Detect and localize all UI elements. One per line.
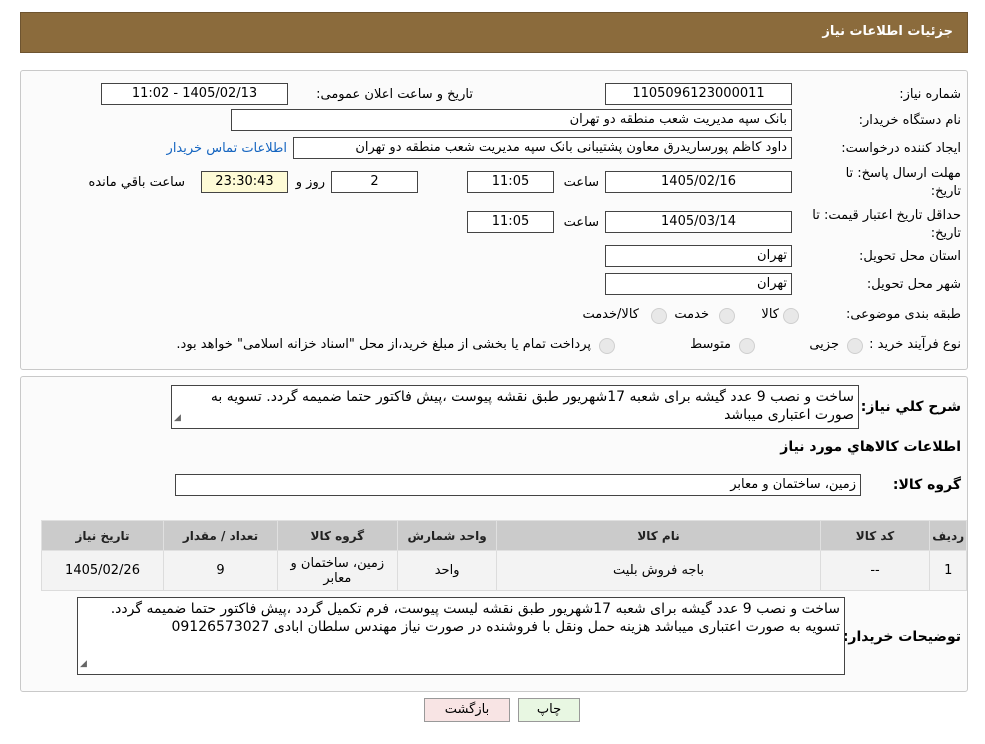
col-unit: واحد شمارش bbox=[396, 520, 498, 551]
announce-label: تاریخ و ساعت اعلان عمومی: bbox=[316, 87, 473, 102]
validity-date-field: 1405/03/14 bbox=[605, 211, 792, 233]
buyer-notes-label: توضیحات خریدار: bbox=[842, 629, 961, 645]
remaining-label: ساعت باقي مانده bbox=[88, 175, 185, 190]
creator-label: ایجاد کننده درخواست: bbox=[841, 141, 961, 156]
col-row: ردیف bbox=[929, 520, 967, 551]
page-header: جزئیات اطلاعات نیاز bbox=[20, 12, 968, 53]
province-label: استان محل تحویل: bbox=[859, 249, 961, 264]
cell-code: -- bbox=[819, 550, 931, 591]
cell-name: باجه فروش بلیت bbox=[496, 550, 821, 591]
cell-unit: واحد bbox=[396, 550, 498, 591]
col-qty: تعداد / مقدار bbox=[163, 520, 278, 551]
desc-text: ساخت و نصب 9 عدد گیشه برای شعبه 17شهریور… bbox=[210, 389, 854, 423]
back-button[interactable]: بازگشت bbox=[424, 698, 510, 722]
announce-field: 1405/02/13 - 11:02 bbox=[101, 83, 288, 105]
goods-section-title: اطلاعات کالاهاي مورد نياز bbox=[780, 439, 961, 455]
process-option-minor: جزیی bbox=[809, 337, 839, 352]
col-date: تاریخ نیاز bbox=[40, 520, 165, 551]
col-code: کد کالا bbox=[819, 520, 931, 551]
col-group: گروه کالا bbox=[276, 520, 398, 551]
deadline-time-field: 11:05 bbox=[467, 171, 554, 193]
category-label: طبقه بندی موضوعی: bbox=[845, 307, 961, 322]
print-button[interactable]: چاپ bbox=[518, 698, 580, 722]
details-panel: شرح کلي نياز: ساخت و نصب 9 عدد گیشه برای… bbox=[20, 376, 968, 692]
buyer-notes-textarea[interactable]: ساخت و نصب 9 عدد گیشه برای شعبه 17شهریور… bbox=[77, 597, 845, 675]
desc-textarea[interactable]: ساخت و نصب 9 عدد گیشه برای شعبه 17شهریور… bbox=[171, 385, 859, 429]
process-note: پرداخت تمام یا بخشی از مبلغ خرید،از محل … bbox=[176, 337, 591, 352]
days-label: روز و bbox=[295, 175, 325, 190]
group-label: گروه کالا: bbox=[892, 477, 961, 493]
goods-table: ردیف کد کالا نام کالا واحد شمارش گروه کا… bbox=[40, 520, 967, 591]
deadline-time-label: ساعت bbox=[563, 175, 599, 190]
buyer-label: نام دستگاه خریدار: bbox=[858, 113, 961, 128]
process-radio-minor[interactable] bbox=[847, 338, 863, 354]
goods-table-header: ردیف کد کالا نام کالا واحد شمارش گروه کا… bbox=[40, 520, 967, 551]
need-number-field: 1105096123000011 bbox=[605, 83, 792, 105]
process-label: نوع فرآیند خرید : bbox=[869, 337, 961, 352]
category-option-goods-service: کالا/خدمت bbox=[582, 307, 639, 322]
process-radio-treasury[interactable] bbox=[599, 338, 615, 354]
deadline-date-field: 1405/02/16 bbox=[605, 171, 792, 193]
category-option-goods: کالا bbox=[761, 307, 779, 322]
cell-group: زمین، ساختمان و معابر bbox=[276, 550, 398, 591]
buyer-field: بانک سپه مدیریت شعب منطقه دو تهران bbox=[231, 109, 792, 131]
resize-grip-icon[interactable]: ◢ bbox=[80, 655, 87, 673]
category-radio-goods-service[interactable] bbox=[651, 308, 667, 324]
category-option-service: خدمت bbox=[674, 307, 709, 322]
creator-field: داود کاظم پورساریدرق معاون پشتیبانی بانک… bbox=[293, 137, 792, 159]
need-number-label: شماره نیاز: bbox=[899, 87, 961, 102]
resize-grip-icon[interactable]: ◢ bbox=[174, 409, 181, 427]
days-field: 2 bbox=[331, 171, 418, 193]
city-label: شهر محل تحویل: bbox=[866, 277, 961, 292]
col-name: نام کالا bbox=[496, 520, 821, 551]
desc-label: شرح کلي نياز: bbox=[860, 399, 961, 415]
city-field: تهران bbox=[605, 273, 792, 295]
group-field: زمین، ساختمان و معابر bbox=[175, 474, 861, 496]
process-option-medium: متوسط bbox=[690, 337, 731, 352]
validity-time-field: 11:05 bbox=[467, 211, 554, 233]
buyer-contact-link[interactable]: اطلاعات تماس خریدار bbox=[167, 141, 287, 156]
validity-label: حداقل تاریخ اعتبار قیمت: تا تاریخ: bbox=[812, 208, 961, 241]
process-radio-medium[interactable] bbox=[739, 338, 755, 354]
need-info-panel: شماره نیاز: 1105096123000011 تاریخ و ساع… bbox=[20, 70, 968, 370]
page-title: جزئیات اطلاعات نیاز bbox=[822, 24, 953, 39]
province-field: تهران bbox=[605, 245, 792, 267]
cell-date: 1405/02/26 bbox=[40, 550, 165, 591]
category-radio-goods[interactable] bbox=[783, 308, 799, 324]
deadline-label: مهلت ارسال پاسخ: تا تاریخ: bbox=[845, 166, 961, 199]
remaining-time-field: 23:30:43 bbox=[201, 171, 288, 193]
cell-row: 1 bbox=[929, 550, 967, 591]
validity-time-label: ساعت bbox=[563, 215, 599, 230]
table-row: 1 -- باجه فروش بلیت واحد زمین، ساختمان و… bbox=[40, 550, 967, 591]
category-radio-service[interactable] bbox=[719, 308, 735, 324]
cell-qty: 9 bbox=[163, 550, 278, 591]
buyer-notes-text: ساخت و نصب 9 عدد گیشه برای شعبه 17شهریور… bbox=[110, 601, 840, 635]
